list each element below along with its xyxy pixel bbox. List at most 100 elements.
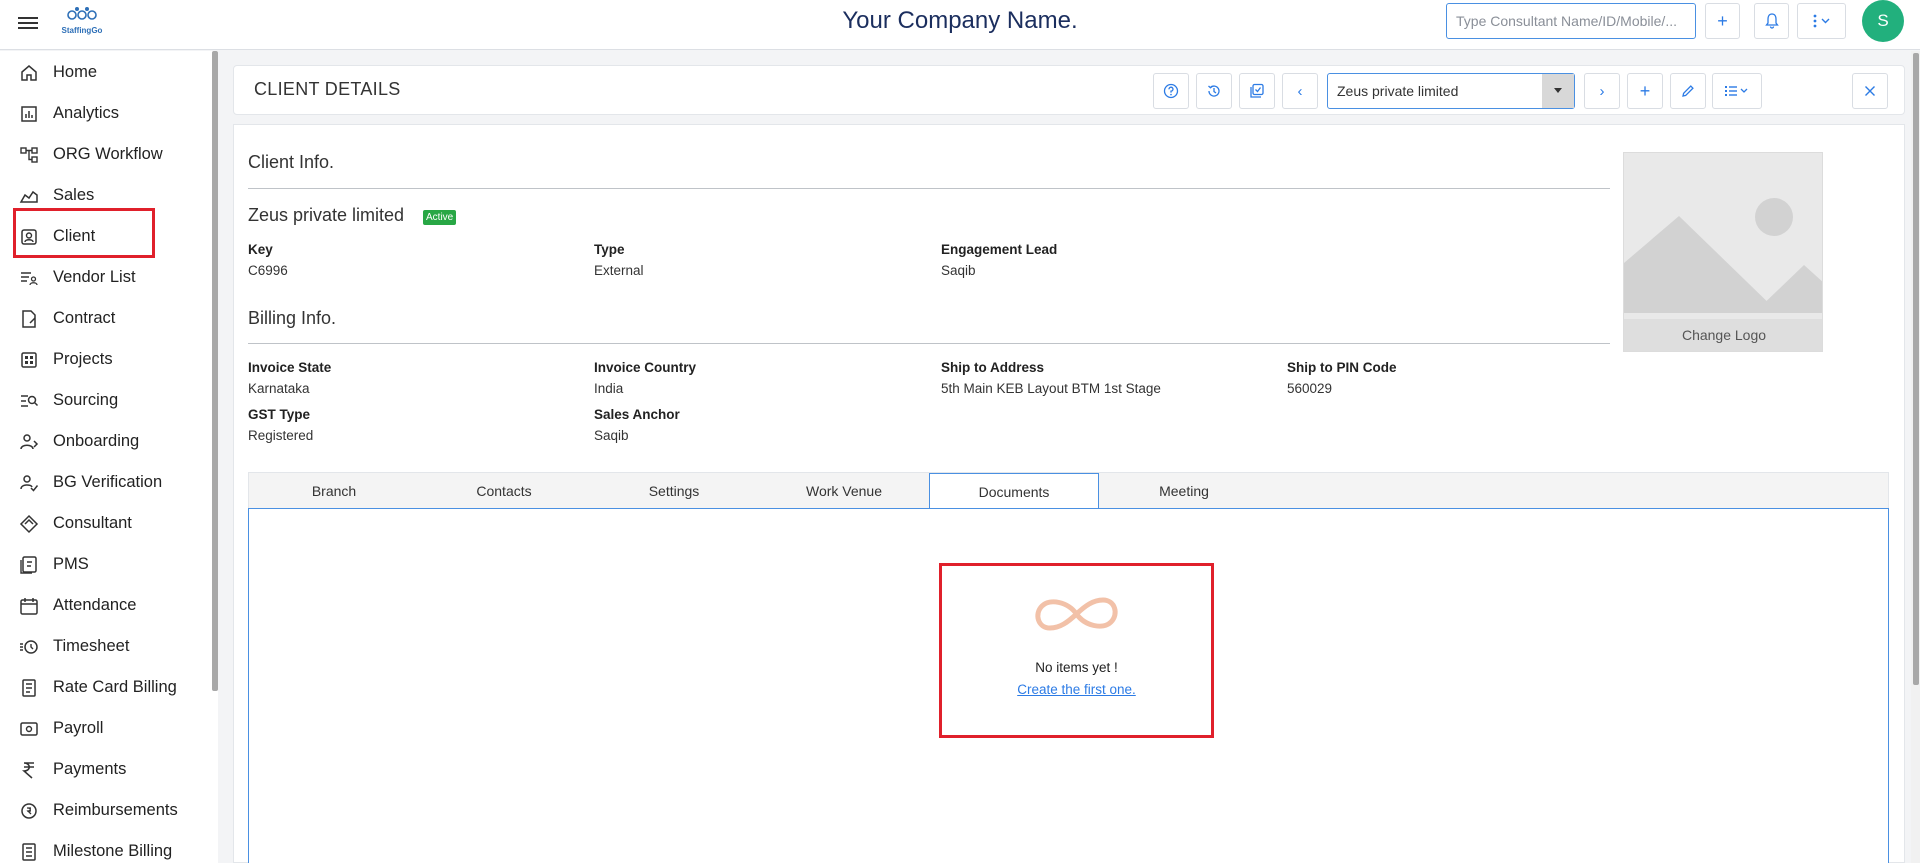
vendor-list-icon [19, 268, 39, 288]
invoice-state-value: Karnataka [248, 381, 310, 396]
payroll-icon [19, 719, 39, 739]
list-icon [1725, 86, 1748, 96]
list-view-button[interactable] [1712, 73, 1762, 109]
add-client-button[interactable]: + [1627, 73, 1663, 109]
sidebar-item-consultant[interactable]: Consultant [0, 503, 205, 544]
sidebar-item-vendor-list[interactable]: Vendor List [0, 257, 205, 298]
sidebar-item-sales[interactable]: Sales [0, 175, 205, 216]
sidebar-item-sourcing[interactable]: Sourcing [0, 380, 205, 421]
page-scrollbar[interactable] [1913, 53, 1919, 685]
avatar[interactable]: S [1862, 0, 1904, 42]
sales-icon [19, 186, 39, 206]
invoice-country-value: India [594, 381, 624, 396]
tab-work-venue[interactable]: Work Venue [759, 473, 929, 509]
sidebar-item-payments[interactable]: Payments [0, 749, 205, 790]
sidebar-item-label: ORG Workflow [53, 145, 163, 163]
ship-to-pin-value: 560029 [1287, 381, 1333, 396]
notifications-button[interactable] [1754, 3, 1789, 39]
next-client-button[interactable]: › [1584, 73, 1620, 109]
plus-icon: + [1717, 10, 1728, 31]
bg-verification-icon [19, 473, 39, 493]
pms-icon [19, 555, 39, 575]
add-button[interactable]: + [1705, 3, 1740, 39]
rate-card-icon [19, 678, 39, 698]
sidebar-item-milestone-billing[interactable]: Milestone Billing [0, 831, 205, 863]
sidebar-item-pms[interactable]: PMS [0, 544, 205, 585]
client-select[interactable]: Zeus private limited [1327, 73, 1575, 109]
help-icon [1163, 83, 1179, 99]
ship-to-address-label: Ship to Address [941, 360, 1045, 375]
change-logo-button[interactable]: Change Logo [1624, 319, 1822, 351]
sidebar-item-client[interactable]: Client [0, 216, 205, 257]
sourcing-icon [19, 391, 39, 411]
sidebar-item-label: Vendor List [53, 268, 136, 286]
menu-icon[interactable] [18, 14, 38, 34]
sidebar-item-label: Home [53, 63, 98, 81]
sidebar-item-label: Reimbursements [53, 801, 178, 819]
invoice-country-label: Invoice Country [594, 360, 697, 375]
infinity-icon [1035, 597, 1118, 631]
sidebar-item-timesheet[interactable]: Timesheet [0, 626, 205, 667]
empty-state: No items yet ! Create the first one. [939, 563, 1214, 738]
caret-down-icon[interactable] [1542, 74, 1574, 108]
client-info-title: Client Info. [248, 152, 335, 172]
tab-meeting[interactable]: Meeting [1099, 473, 1269, 509]
client-name: Zeus private limited [248, 205, 405, 225]
edit-client-button[interactable] [1670, 73, 1706, 109]
plus-icon: + [1639, 80, 1651, 101]
sidebar-item-projects[interactable]: Projects [0, 339, 205, 380]
create-first-link[interactable]: Create the first one. [942, 682, 1211, 697]
approvals-button[interactable] [1239, 73, 1275, 109]
sidebar-item-label: Milestone Billing [53, 842, 173, 860]
sidebar-item-payroll[interactable]: Payroll [0, 708, 205, 749]
page-title: CLIENT DETAILS [254, 79, 401, 99]
top-bar: StaffingGo Your Company Name. + S [0, 0, 1920, 50]
sidebar-item-attendance[interactable]: Attendance [0, 585, 205, 626]
gst-type-label: GST Type [248, 407, 311, 422]
sidebar-item-label: PMS [53, 555, 89, 573]
timesheet-icon [19, 637, 39, 657]
consultant-icon [19, 514, 39, 534]
type-label: Type [594, 242, 625, 257]
client-select-value: Zeus private limited [1337, 83, 1459, 99]
gst-type-value: Registered [248, 428, 314, 443]
sidebar-item-label: Sales [53, 186, 95, 204]
tab-contacts[interactable]: Contacts [419, 473, 589, 509]
invoice-state-label: Invoice State [248, 360, 332, 375]
sidebar-item-label: Rate Card Billing [53, 678, 177, 696]
sidebar-item-rate-card-billing[interactable]: Rate Card Billing [0, 667, 205, 708]
history-icon [1208, 85, 1220, 97]
checklist-icon [1250, 83, 1264, 98]
more-options-button[interactable] [1797, 3, 1846, 39]
sidebar-item-label: Payroll [53, 719, 104, 737]
tab-branch[interactable]: Branch [249, 473, 419, 509]
engagement-lead-value: Saqib [941, 263, 976, 278]
client-details-header: CLIENT DETAILS ‹ Zeus private limited › … [233, 65, 1905, 115]
sidebar-item-onboarding[interactable]: Onboarding [0, 421, 205, 462]
sidebar-item-analytics[interactable]: Analytics [0, 93, 205, 134]
divider [248, 343, 1610, 344]
brand-logo[interactable]: StaffingGo [56, 6, 108, 42]
previous-client-button[interactable]: ‹ [1282, 73, 1318, 109]
help-button[interactable] [1153, 73, 1189, 109]
history-button[interactable] [1196, 73, 1232, 109]
sidebar-scrollbar[interactable] [212, 51, 218, 691]
home-icon [19, 63, 39, 83]
sidebar-item-label: Sourcing [53, 391, 119, 409]
sidebar-item-label: Onboarding [53, 432, 140, 450]
sidebar-item-label: Projects [53, 350, 113, 368]
sidebar-item-org-workflow[interactable]: ORG Workflow [0, 134, 205, 175]
tab-settings[interactable]: Settings [589, 473, 759, 509]
ship-to-pin-label: Ship to PIN Code [1287, 360, 1397, 375]
brand-logo-mark [67, 7, 97, 20]
sidebar-item-home[interactable]: Home [0, 52, 205, 93]
tab-documents[interactable]: Documents [929, 473, 1099, 510]
consultant-search-input[interactable] [1446, 3, 1696, 39]
sidebar-item-bg-verification[interactable]: BG Verification [0, 462, 205, 503]
close-button[interactable] [1852, 73, 1888, 109]
type-value: External [594, 263, 644, 278]
sidebar-item-reimbursements[interactable]: Reimbursements [0, 790, 205, 831]
sidebar-item-label: Consultant [53, 514, 132, 532]
sidebar-item-contract[interactable]: Contract [0, 298, 205, 339]
bell-icon [1764, 13, 1779, 29]
